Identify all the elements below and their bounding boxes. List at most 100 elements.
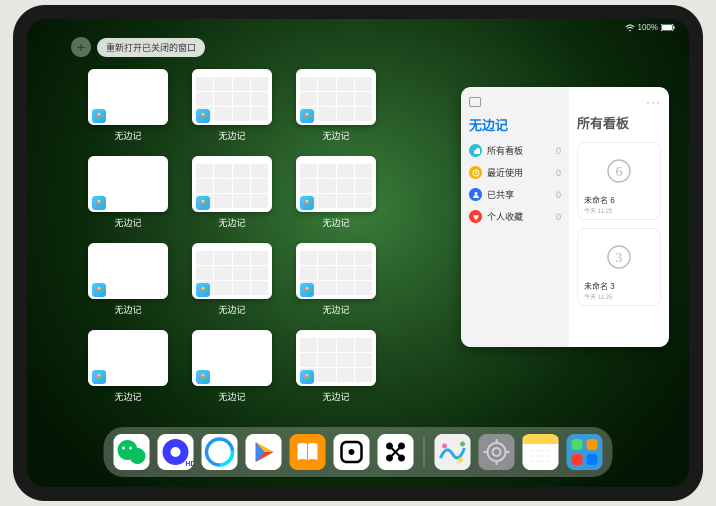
board-date: 今天 11:25: [582, 292, 656, 301]
window-preview: [296, 69, 376, 125]
dock-separator: [424, 437, 425, 467]
window-label: 无边记: [322, 390, 349, 403]
window-thumb[interactable]: 无边记: [87, 156, 169, 229]
freeform-app-icon: [300, 109, 314, 123]
window-preview: [192, 243, 272, 299]
window-label: 无边记: [322, 303, 349, 316]
freeform-app-icon: [92, 196, 106, 210]
board-card[interactable]: 3 未命名 3今天 11:25: [577, 228, 661, 306]
window-label: 无边记: [218, 390, 245, 403]
freeform-app-icon: [196, 196, 210, 210]
board-name: 未命名 3: [582, 281, 656, 292]
window-label: 无边记: [114, 216, 141, 229]
new-window-button[interactable]: +: [71, 37, 91, 57]
sidebar-item-heart[interactable]: 个人收藏 0: [469, 210, 561, 223]
person-icon: [469, 188, 482, 201]
board-card[interactable]: 6未命名 6今天 11:25: [577, 142, 661, 220]
window-preview: [88, 156, 168, 212]
window-thumb[interactable]: 无边记: [191, 69, 273, 142]
window-label: 无边记: [322, 216, 349, 229]
board-preview: 6: [582, 147, 656, 195]
window-label: 无边记: [322, 129, 349, 142]
freeform-app-icon: [300, 196, 314, 210]
sidebar-toggle-icon[interactable]: [469, 97, 481, 107]
settings-app-icon[interactable]: [479, 434, 515, 470]
sidebar-left: 无边记 所有看板 0 最近使用 0 已共享 0 个人收藏 0: [461, 87, 569, 347]
top-toolbar: + 重新打开已关闭的窗口: [71, 37, 205, 57]
window-preview: [192, 69, 272, 125]
sidebar-item-count: 0: [556, 168, 561, 178]
window-thumb[interactable]: 无边记: [87, 243, 169, 316]
window-preview: [88, 243, 168, 299]
dots-app-icon[interactable]: [378, 434, 414, 470]
cloud-icon: [469, 144, 482, 157]
window-thumb[interactable]: 无边记: [87, 69, 169, 142]
screen: 100% + 重新打开已关闭的窗口 无边记无边记无边记无边记无边记无边记无边记无…: [27, 19, 689, 487]
heart-icon: [469, 210, 482, 223]
freeform-app-icon: [300, 370, 314, 384]
sidebar-item-cloud[interactable]: 所有看板 0: [469, 144, 561, 157]
quark-app-icon[interactable]: HD: [158, 434, 194, 470]
window-thumb[interactable]: 无边记: [191, 330, 273, 403]
window-preview: [296, 243, 376, 299]
sidebar-item-count: 0: [556, 212, 561, 222]
sidebar-item-label: 已共享: [487, 188, 514, 201]
window-label: 无边记: [218, 216, 245, 229]
play-app-icon[interactable]: [246, 434, 282, 470]
svg-text:HD: HD: [186, 461, 194, 468]
window-thumb[interactable]: 无边记: [191, 243, 273, 316]
window-label: 无边记: [114, 390, 141, 403]
svg-text:3: 3: [616, 251, 623, 266]
window-preview: [296, 330, 376, 386]
sidebar-title: 无边记: [469, 115, 561, 134]
window-preview: [296, 156, 376, 212]
sidebar-item-label: 所有看板: [487, 144, 523, 157]
wifi-icon: [625, 24, 635, 32]
window-preview: [88, 330, 168, 386]
window-label: 无边记: [218, 129, 245, 142]
reopen-closed-window-button[interactable]: 重新打开已关闭的窗口: [97, 38, 205, 57]
board-date: 今天 11:25: [582, 206, 656, 215]
qqbrowser-app-icon[interactable]: [202, 434, 238, 470]
freeform-app-icon: [196, 370, 210, 384]
books-app-icon[interactable]: [290, 434, 326, 470]
apps-app-icon[interactable]: [567, 434, 603, 470]
sidebar-item-label: 个人收藏: [487, 210, 523, 223]
notes-app-icon[interactable]: [523, 434, 559, 470]
more-icon[interactable]: ···: [577, 95, 661, 109]
sidebar-panel: 无边记 所有看板0最近使用0已共享0个人收藏0 ··· 所有看板 6未命名 6今…: [461, 87, 669, 347]
windows-grid: 无边记无边记无边记无边记无边记无边记无边记无边记无边记无边记无边记无边记: [87, 69, 377, 403]
sidebar-item-person[interactable]: 已共享 0: [469, 188, 561, 201]
window-label: 无边记: [218, 303, 245, 316]
window-label: 无边记: [114, 129, 141, 142]
plus-icon: +: [77, 39, 85, 55]
window-thumb[interactable]: 无边记: [295, 330, 377, 403]
boards-title: 所有看板: [577, 113, 661, 132]
window-thumb[interactable]: 无边记: [87, 330, 169, 403]
clock-icon: [469, 166, 482, 179]
battery-text: 100%: [638, 23, 658, 32]
window-label: 无边记: [114, 303, 141, 316]
reopen-label: 重新打开已关闭的窗口: [106, 43, 196, 53]
window-preview: [192, 156, 272, 212]
battery-icon: [661, 24, 675, 31]
window-thumb[interactable]: 无边记: [191, 156, 273, 229]
dice-app-icon[interactable]: [334, 434, 370, 470]
ipad-frame: 100% + 重新打开已关闭的窗口 无边记无边记无边记无边记无边记无边记无边记无…: [13, 5, 703, 501]
window-thumb[interactable]: 无边记: [295, 156, 377, 229]
freeform-app-icon: [196, 283, 210, 297]
freeform-app-icon: [196, 109, 210, 123]
sidebar-item-clock[interactable]: 最近使用 0: [469, 166, 561, 179]
status-bar: 100%: [625, 23, 675, 32]
window-thumb[interactable]: 无边记: [295, 243, 377, 316]
sidebar-item-count: 0: [556, 190, 561, 200]
freeform-app-icon: [92, 370, 106, 384]
wechat-app-icon[interactable]: [114, 434, 150, 470]
svg-text:6: 6: [616, 165, 623, 180]
sidebar-item-label: 最近使用: [487, 166, 523, 179]
freeform-app-icon[interactable]: [435, 434, 471, 470]
board-preview: 3: [582, 233, 656, 281]
window-thumb[interactable]: 无边记: [295, 69, 377, 142]
sidebar-right: ··· 所有看板 6未命名 6今天 11:253未命名 3今天 11:25: [569, 87, 669, 347]
sidebar-item-count: 0: [556, 146, 561, 156]
